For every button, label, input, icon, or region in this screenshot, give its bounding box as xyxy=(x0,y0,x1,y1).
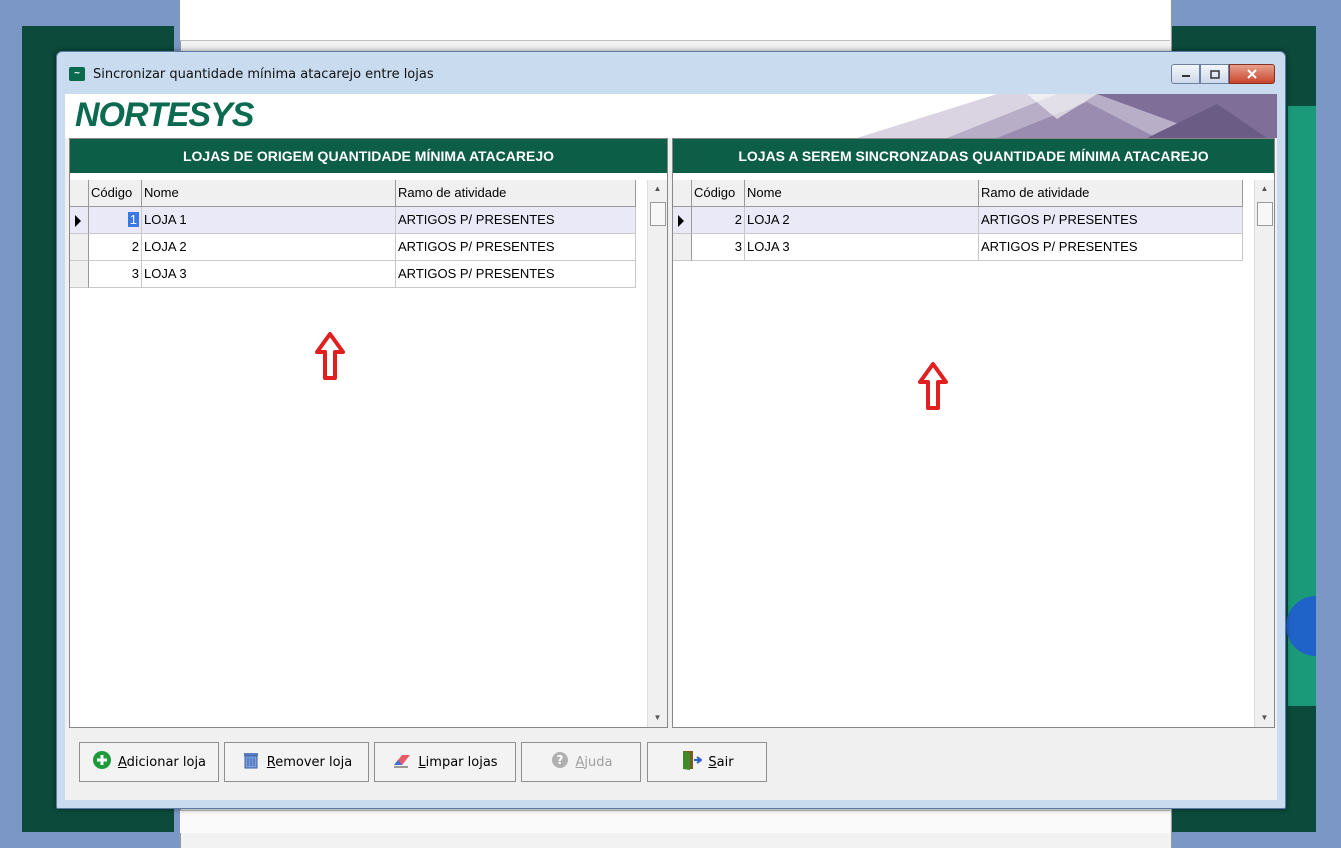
close-icon xyxy=(1247,69,1257,79)
exit-door-icon xyxy=(680,749,704,775)
cell-codigo[interactable]: 3 xyxy=(89,261,142,288)
maximize-icon xyxy=(1209,69,1220,79)
origin-stores-grid: Código Nome Ramo de atividade 1 LOJA 1 A… xyxy=(70,180,648,288)
grid-header: Código Nome Ramo de atividade xyxy=(70,180,648,207)
red-up-arrow-icon xyxy=(315,332,345,380)
add-store-button[interactable]: Adicionar loja xyxy=(79,742,219,782)
grid-header: Código Nome Ramo de atividade xyxy=(673,180,1255,207)
scroll-thumb[interactable] xyxy=(1257,202,1273,226)
row-indicator xyxy=(70,207,89,234)
close-button[interactable] xyxy=(1229,64,1275,84)
column-header-nome[interactable]: Nome xyxy=(745,180,979,207)
clear-stores-button[interactable]: Limpar lojas xyxy=(374,742,516,782)
eraser-icon xyxy=(392,750,412,774)
cell-ramo[interactable]: ARTIGOS P/ PRESENTES xyxy=(396,207,636,234)
table-row[interactable]: 2 LOJA 2 ARTIGOS P/ PRESENTES xyxy=(70,234,648,261)
row-indicator-header xyxy=(673,180,692,207)
cell-nome[interactable]: LOJA 3 xyxy=(142,261,396,288)
column-header-nome[interactable]: Nome xyxy=(142,180,396,207)
help-icon: ? xyxy=(550,750,570,774)
dialog-client: NORTESYS LOJAS DE ORIGEM QUANTIDADE MÍNI… xyxy=(65,94,1277,800)
table-row[interactable]: 2 LOJA 2 ARTIGOS P/ PRESENTES xyxy=(673,207,1255,234)
origin-stores-panel: LOJAS DE ORIGEM QUANTIDADE MÍNIMA ATACAR… xyxy=(69,138,668,728)
brand-bar: NORTESYS xyxy=(65,94,1277,138)
window-controls xyxy=(1171,64,1275,84)
app-icon: ~ xyxy=(69,67,85,81)
target-grid-scrollbar[interactable]: ▲ ▼ xyxy=(1254,180,1274,727)
minimize-button[interactable] xyxy=(1171,64,1200,84)
minimize-icon xyxy=(1181,75,1190,77)
origin-panel-title: LOJAS DE ORIGEM QUANTIDADE MÍNIMA ATACAR… xyxy=(70,139,667,174)
cell-codigo[interactable]: 1 xyxy=(89,207,142,234)
trash-icon xyxy=(241,750,261,774)
cell-codigo[interactable]: 3 xyxy=(692,234,745,261)
help-label: Ajuda xyxy=(575,754,613,770)
table-row[interactable]: 3 LOJA 3 ARTIGOS P/ PRESENTES xyxy=(70,261,648,288)
exit-button[interactable]: Sair xyxy=(647,742,767,782)
exit-label: Sair xyxy=(708,754,734,770)
column-header-codigo[interactable]: Código xyxy=(692,180,745,207)
row-indicator xyxy=(673,207,692,234)
scroll-down-icon[interactable]: ▼ xyxy=(648,709,667,727)
cell-nome[interactable]: LOJA 2 xyxy=(745,207,979,234)
svg-text:?: ? xyxy=(556,753,563,767)
clear-stores-label: Limpar lojas xyxy=(418,754,498,770)
maximize-button[interactable] xyxy=(1200,64,1229,84)
window-title: Sincronizar quantidade mínima atacarejo … xyxy=(93,67,434,82)
background-top-strip xyxy=(180,0,1170,41)
cell-ramo[interactable]: ARTIGOS P/ PRESENTES xyxy=(396,261,636,288)
column-header-ramo[interactable]: Ramo de atividade xyxy=(979,180,1243,207)
cell-ramo[interactable]: ARTIGOS P/ PRESENTES xyxy=(979,207,1243,234)
row-indicator xyxy=(673,234,692,261)
red-up-arrow-icon xyxy=(918,362,948,410)
scroll-thumb[interactable] xyxy=(650,202,666,226)
bottom-toolbar: Adicionar loja Remover loja Limpar lojas… xyxy=(65,732,1277,800)
cell-ramo[interactable]: ARTIGOS P/ PRESENTES xyxy=(979,234,1243,261)
table-row[interactable]: 1 LOJA 1 ARTIGOS P/ PRESENTES xyxy=(70,207,648,234)
column-header-codigo[interactable]: Código xyxy=(89,180,142,207)
scroll-up-icon[interactable]: ▲ xyxy=(1255,180,1274,198)
cell-nome[interactable]: LOJA 1 xyxy=(142,207,396,234)
target-stores-panel: LOJAS A SEREM SINCRONZADAS QUANTIDADE MÍ… xyxy=(672,138,1275,728)
scroll-down-icon[interactable]: ▼ xyxy=(1255,709,1274,727)
brand-logo: NORTESYS xyxy=(75,96,254,134)
column-header-ramo[interactable]: Ramo de atividade xyxy=(396,180,636,207)
title-bar[interactable]: ~ Sincronizar quantidade mínima atacarej… xyxy=(57,52,1285,94)
row-indicator xyxy=(70,234,89,261)
table-row[interactable]: 3 LOJA 3 ARTIGOS P/ PRESENTES xyxy=(673,234,1255,261)
current-row-icon xyxy=(75,215,81,227)
cell-ramo[interactable]: ARTIGOS P/ PRESENTES xyxy=(396,234,636,261)
row-indicator xyxy=(70,261,89,288)
cell-codigo[interactable]: 2 xyxy=(89,234,142,261)
remove-store-label: Remover loja xyxy=(266,754,353,770)
cell-codigo-value: 1 xyxy=(127,212,139,227)
origin-grid-scrollbar[interactable]: ▲ ▼ xyxy=(647,180,667,727)
remove-store-button[interactable]: Remover loja xyxy=(224,742,369,782)
current-row-icon xyxy=(678,215,684,227)
cell-nome[interactable]: LOJA 3 xyxy=(745,234,979,261)
add-store-label: Adicionar loja xyxy=(117,754,207,770)
background-bottom-strip xyxy=(180,810,1170,833)
brand-decoration xyxy=(857,94,1277,138)
scroll-up-icon[interactable]: ▲ xyxy=(648,180,667,198)
sync-dialog: ~ Sincronizar quantidade mínima atacarej… xyxy=(56,51,1286,809)
target-stores-grid: Código Nome Ramo de atividade 2 LOJA 2 A… xyxy=(673,180,1255,261)
cell-codigo[interactable]: 2 xyxy=(692,207,745,234)
target-panel-title: LOJAS A SEREM SINCRONZADAS QUANTIDADE MÍ… xyxy=(673,139,1274,174)
help-button[interactable]: ? Ajuda xyxy=(521,742,641,782)
add-icon xyxy=(92,750,112,774)
row-indicator-header xyxy=(70,180,89,207)
cell-nome[interactable]: LOJA 2 xyxy=(142,234,396,261)
